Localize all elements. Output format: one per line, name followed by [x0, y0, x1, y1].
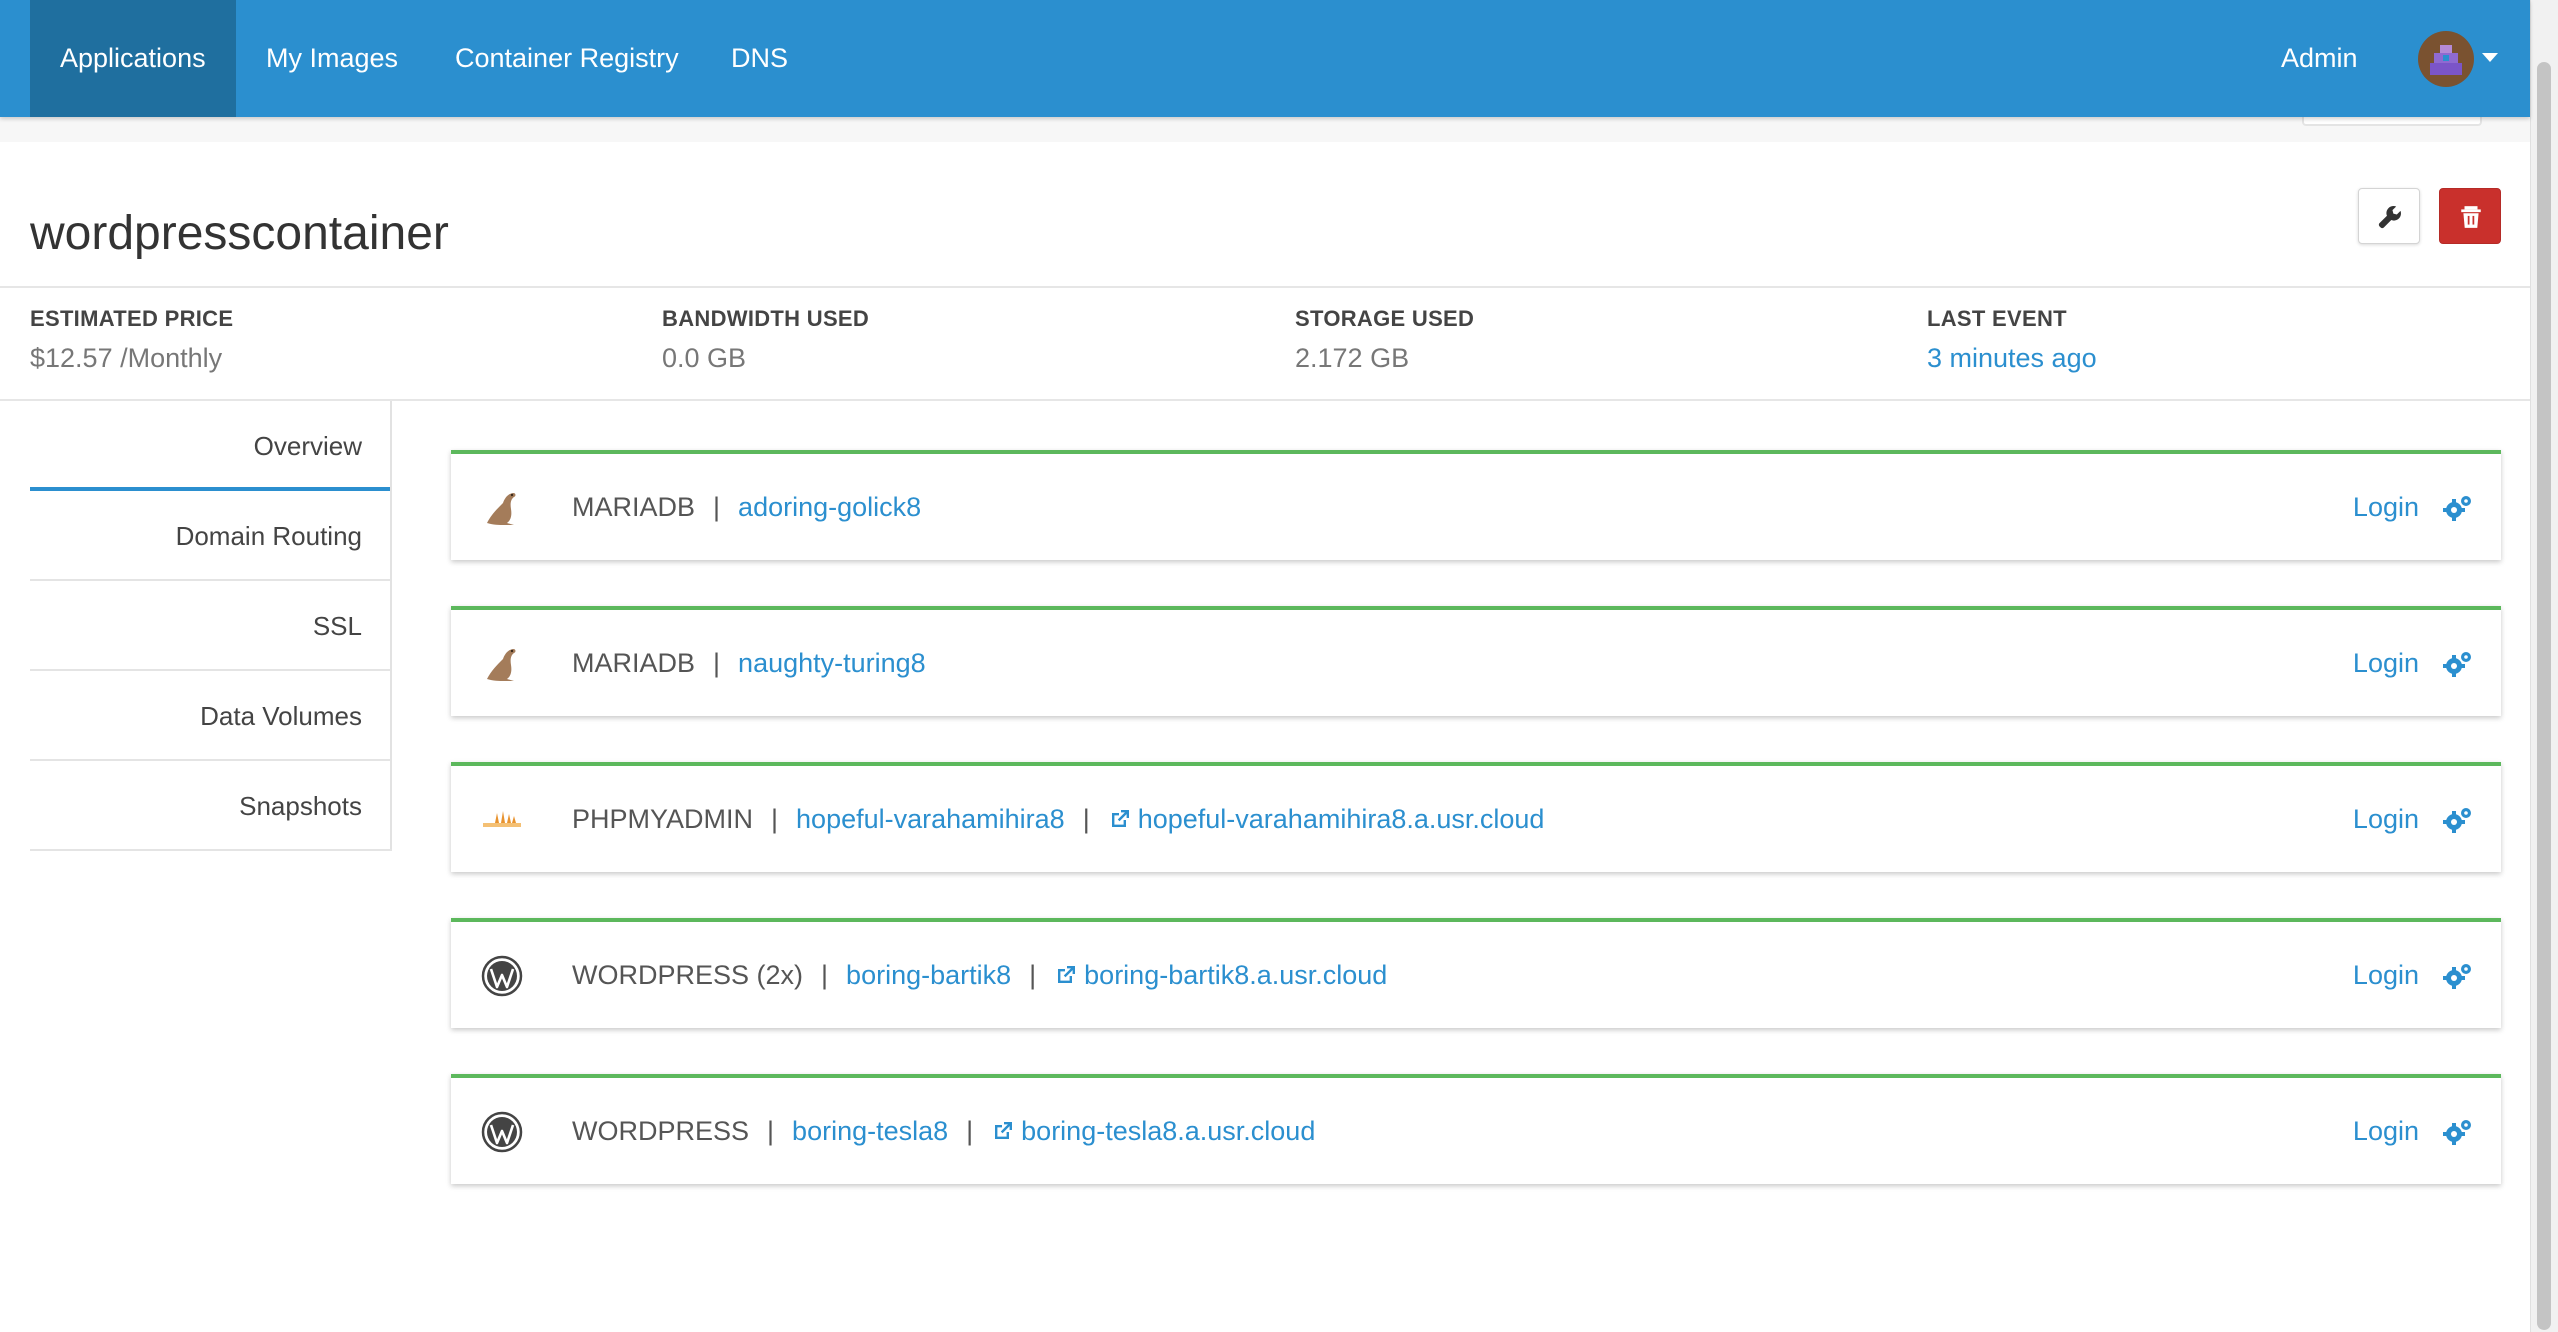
stat-value-bandwidth: 0.0 GB	[662, 343, 747, 373]
external-url-text: hopeful-varahamihira8.a.usr.cloud	[1137, 804, 1545, 834]
nav-container-registry[interactable]: Container Registry	[455, 0, 679, 117]
avatar-icon	[2430, 45, 2462, 75]
service-name-link[interactable]: boring-tesla8	[792, 1116, 948, 1146]
service-name-link[interactable]: adoring-golick8	[738, 492, 921, 522]
stat-label-estimated-price: ESTIMATED PRICE	[30, 306, 234, 331]
separator: |	[1029, 960, 1037, 990]
service-card: PHPMYADMIN | hopeful-varahamihira8 | hopeful…	[451, 762, 2501, 872]
service-card: WORDPRESS (2x) | boring-bartik8 | boring-bar…	[451, 918, 2501, 1028]
external-link-icon	[1111, 810, 1129, 827]
nav-applications[interactable]: Applications	[30, 0, 236, 117]
phpmyadmin-icon	[483, 811, 521, 827]
login-link[interactable]: Login	[2353, 610, 2419, 716]
nav-dns[interactable]: DNS	[731, 0, 788, 117]
user-avatar[interactable]	[2418, 31, 2474, 87]
cogs-icon[interactable]	[2443, 806, 2473, 834]
service-card: MARIADB | naughty-turing8 Login	[451, 606, 2501, 716]
sub-header-strip	[0, 117, 2530, 142]
external-link-icon	[1058, 966, 1076, 983]
stat-label-bandwidth: BANDWIDTH USED	[662, 306, 870, 331]
trash-icon	[2461, 206, 2481, 228]
nav-admin[interactable]: Admin	[2281, 0, 2358, 117]
separator: |	[821, 960, 829, 990]
sidebar-item-data-volumes[interactable]: Data Volumes	[30, 671, 392, 761]
stat-value-storage: 2.172 GB	[1295, 343, 1410, 373]
service-type: WORDPRESS	[572, 1116, 750, 1146]
divider	[0, 286, 2530, 288]
mariadb-seal-icon	[487, 649, 516, 681]
separator: |	[713, 492, 721, 522]
login-link[interactable]: Login	[2353, 922, 2419, 1028]
external-url-text: boring-tesla8.a.usr.cloud	[1021, 1116, 1316, 1146]
separator: |	[767, 1116, 775, 1146]
top-navbar: Applications My Images Container Registr…	[0, 0, 2530, 117]
stat-label-storage: STORAGE USED	[1295, 306, 1475, 331]
service-name-link[interactable]: naughty-turing8	[738, 648, 926, 678]
service-name-link[interactable]: boring-bartik8	[846, 960, 1011, 990]
mariadb-seal-icon	[487, 493, 516, 525]
external-link-icon	[995, 1122, 1013, 1139]
chevron-down-icon[interactable]	[2482, 53, 2498, 62]
separator: |	[713, 648, 721, 678]
wordpress-icon	[481, 1111, 523, 1153]
service-type: WORDPRESS (2x)	[572, 960, 804, 990]
service-type: PHPMYADMIN	[572, 804, 754, 834]
cogs-icon[interactable]	[2443, 1118, 2473, 1146]
cogs-icon[interactable]	[2443, 962, 2473, 990]
wrench-icon	[2378, 206, 2401, 229]
sidebar-item-snapshots[interactable]: Snapshots	[30, 761, 392, 851]
page-title: wordpresscontainer	[30, 207, 449, 260]
service-type: MARIADB	[572, 648, 696, 678]
external-url-link[interactable]: boring-bartik8.a.usr.cloud	[1054, 960, 1387, 990]
edit-application-button[interactable]	[2358, 188, 2420, 244]
login-link[interactable]: Login	[2353, 766, 2419, 872]
sidebar-item-domain-routing[interactable]: Domain Routing	[30, 491, 392, 581]
login-link[interactable]: Login	[2353, 454, 2419, 560]
delete-application-button[interactable]	[2439, 188, 2501, 244]
cogs-icon[interactable]	[2443, 494, 2473, 522]
login-link[interactable]: Login	[2353, 1078, 2419, 1184]
service-type: MARIADB	[572, 492, 696, 522]
external-url-link[interactable]: boring-tesla8.a.usr.cloud	[991, 1116, 1315, 1146]
sidebar-divider	[390, 401, 392, 849]
separator: |	[1082, 804, 1090, 834]
wordpress-icon	[481, 955, 523, 997]
service-card: WORDPRESS | boring-tesla8 | boring-tesla8.a.…	[451, 1074, 2501, 1184]
vertical-scrollbar-thumb[interactable]	[2537, 62, 2551, 1330]
service-name-link[interactable]: hopeful-varahamihira8	[796, 804, 1065, 834]
external-url-text: boring-bartik8.a.usr.cloud	[1084, 960, 1388, 990]
nav-my-images[interactable]: My Images	[266, 0, 398, 117]
external-url-link[interactable]: hopeful-varahamihira8.a.usr.cloud	[1108, 804, 1545, 834]
separator: |	[771, 804, 779, 834]
sidebar-item-overview[interactable]: Overview	[30, 401, 392, 491]
stat-label-last-event: LAST EVENT	[1927, 306, 2067, 331]
service-card: MARIADB | adoring-golick8 Login	[451, 450, 2501, 560]
last-event-link[interactable]: 3 minutes ago	[1927, 343, 2097, 374]
stat-value-estimated-price: $12.57 /Monthly	[30, 343, 223, 373]
cogs-icon[interactable]	[2443, 650, 2473, 678]
sidebar-item-ssl[interactable]: SSL	[30, 581, 392, 671]
separator: |	[966, 1116, 974, 1146]
